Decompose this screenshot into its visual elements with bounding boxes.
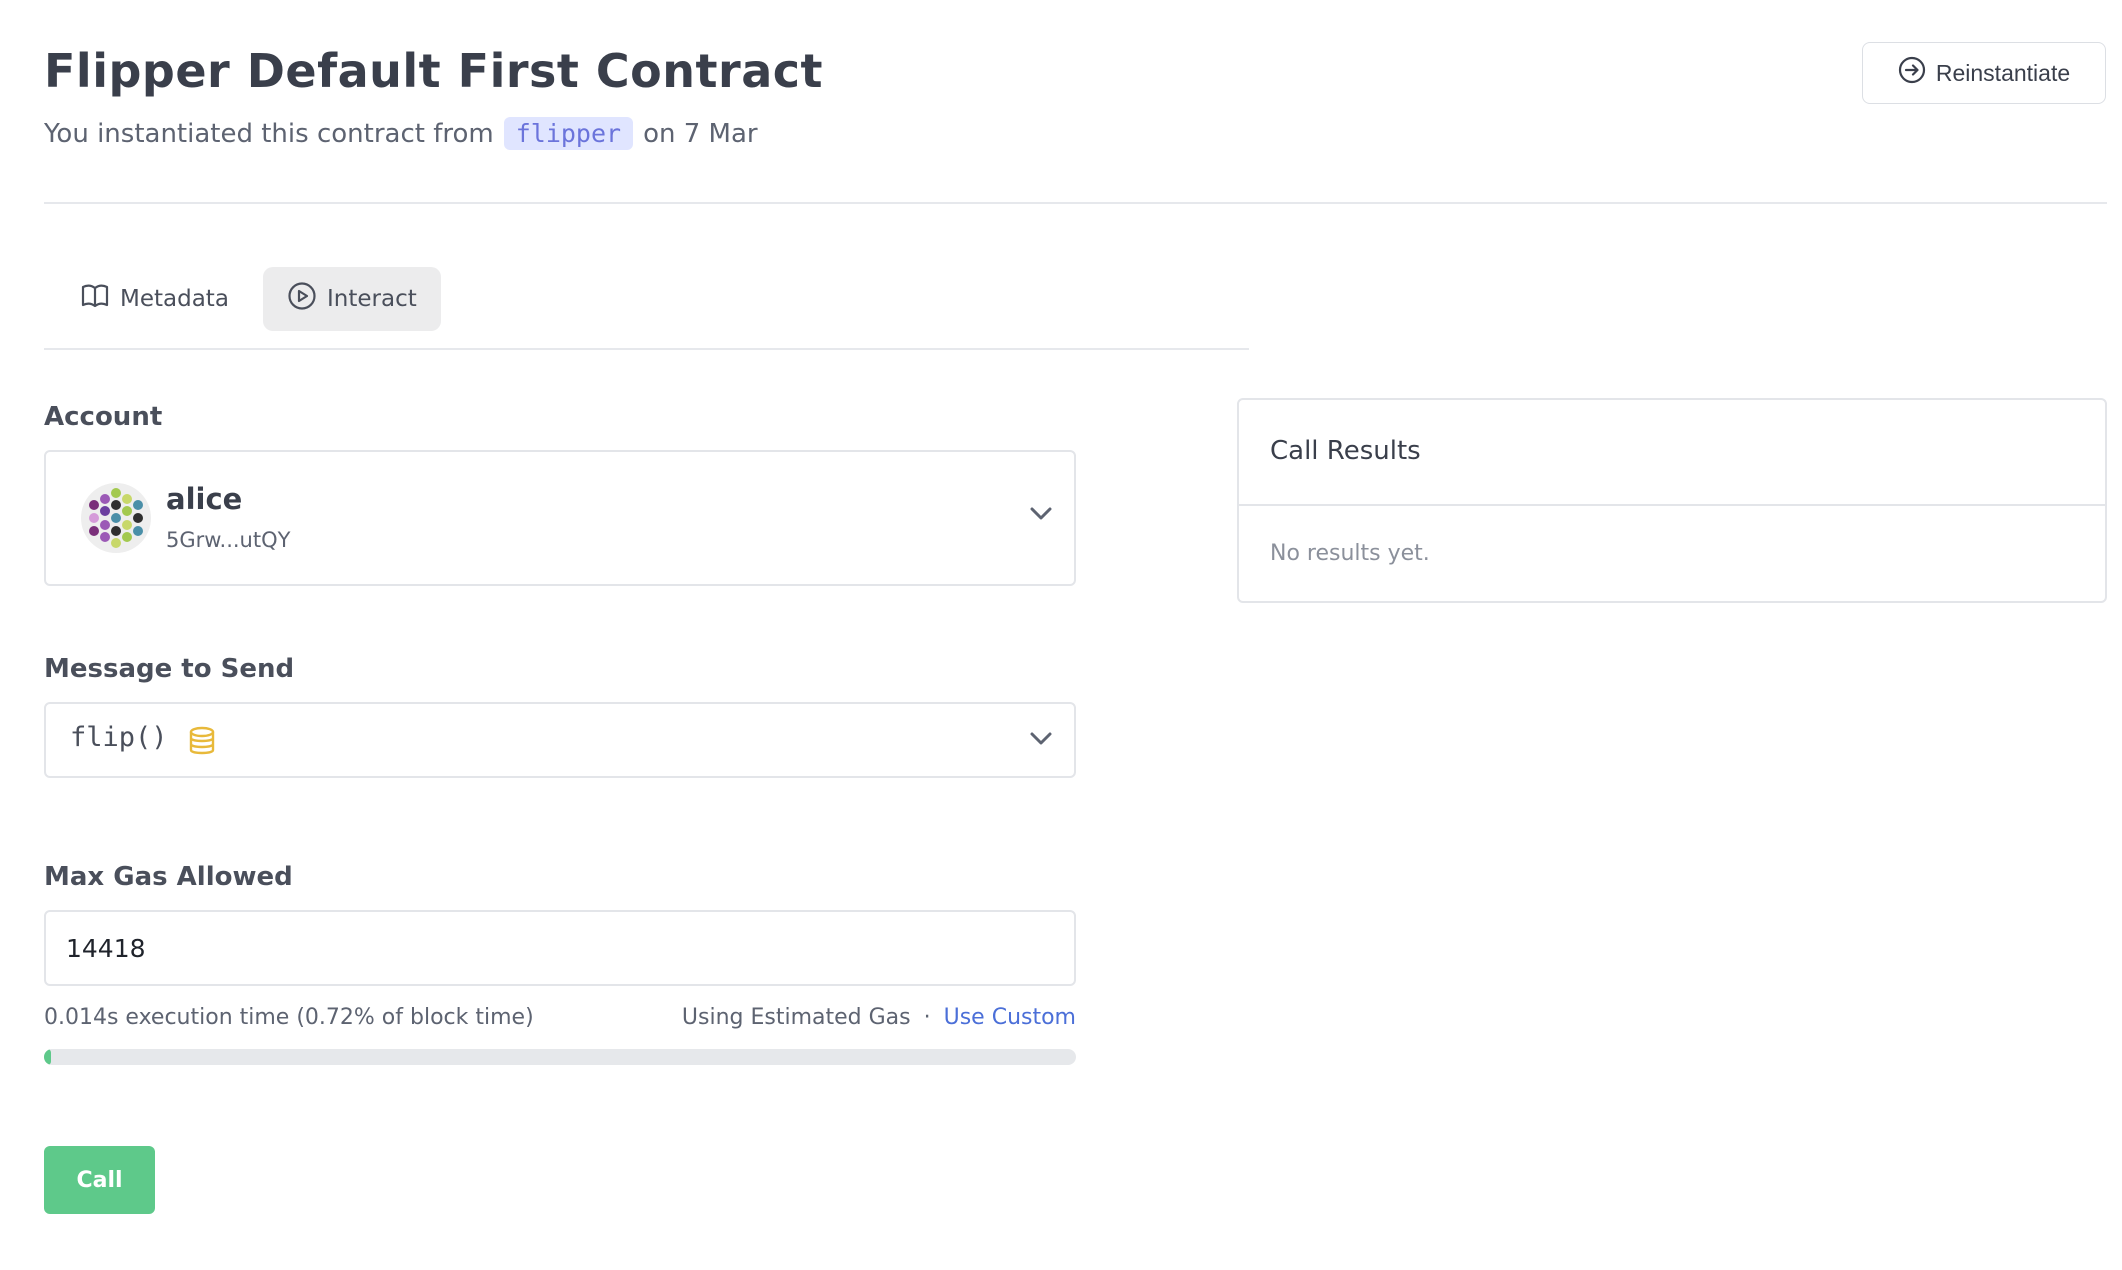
reinstantiate-label: Reinstantiate xyxy=(1935,59,2071,86)
call-results-divider xyxy=(1239,504,2105,506)
gas-progress-fill xyxy=(44,1049,52,1065)
book-icon xyxy=(80,283,110,315)
chevron-down-icon[interactable] xyxy=(1029,506,1053,526)
gas-mode-note: Using Estimated Gas · Use Custom xyxy=(682,1005,1076,1030)
gas-progress-bar xyxy=(44,1049,1076,1065)
gas-label: Max Gas Allowed xyxy=(44,862,293,892)
chevron-down-icon[interactable] xyxy=(1029,731,1053,751)
tab-metadata-label: Metadata xyxy=(120,286,229,312)
gas-input[interactable] xyxy=(66,924,1056,972)
account-label: Account xyxy=(44,402,163,432)
arrow-circle-right-icon xyxy=(1898,56,1926,90)
reinstantiate-button[interactable]: Reinstantiate xyxy=(1862,42,2106,104)
execution-time-note: 0.014s execution time (0.72% of block ti… xyxy=(44,1005,534,1030)
call-button[interactable]: Call xyxy=(44,1146,155,1214)
code-bundle-link[interactable]: flipper xyxy=(503,117,634,150)
separator-dot: · xyxy=(923,1005,931,1030)
subtitle-suffix: on 7 Mar xyxy=(643,118,758,149)
header-divider xyxy=(44,202,2107,204)
account-name: alice xyxy=(166,482,243,516)
message-label: Message to Send xyxy=(44,654,295,684)
tabs-divider xyxy=(44,348,1249,350)
estimated-gas-label: Using Estimated Gas xyxy=(681,1005,911,1030)
tab-metadata[interactable]: Metadata xyxy=(56,267,253,331)
page-title: Flipper Default First Contract xyxy=(44,44,824,98)
database-icon xyxy=(188,726,216,760)
call-results-empty: No results yet. xyxy=(1270,541,1430,566)
call-results-title: Call Results xyxy=(1270,436,1421,466)
subtitle-prefix: You instantiated this contract from xyxy=(44,118,494,149)
tab-interact[interactable]: Interact xyxy=(263,267,441,331)
play-circle-icon xyxy=(287,281,317,317)
account-address: 5Grw...utQY xyxy=(166,528,291,552)
account-select[interactable] xyxy=(44,450,1076,586)
tab-interact-label: Interact xyxy=(327,286,417,312)
call-results-panel xyxy=(1237,398,2107,603)
account-avatar xyxy=(80,482,152,558)
message-value: flip() xyxy=(70,722,168,753)
use-custom-link[interactable]: Use Custom xyxy=(944,1005,1076,1030)
page-subtitle: You instantiated this contract from flip… xyxy=(44,117,758,150)
